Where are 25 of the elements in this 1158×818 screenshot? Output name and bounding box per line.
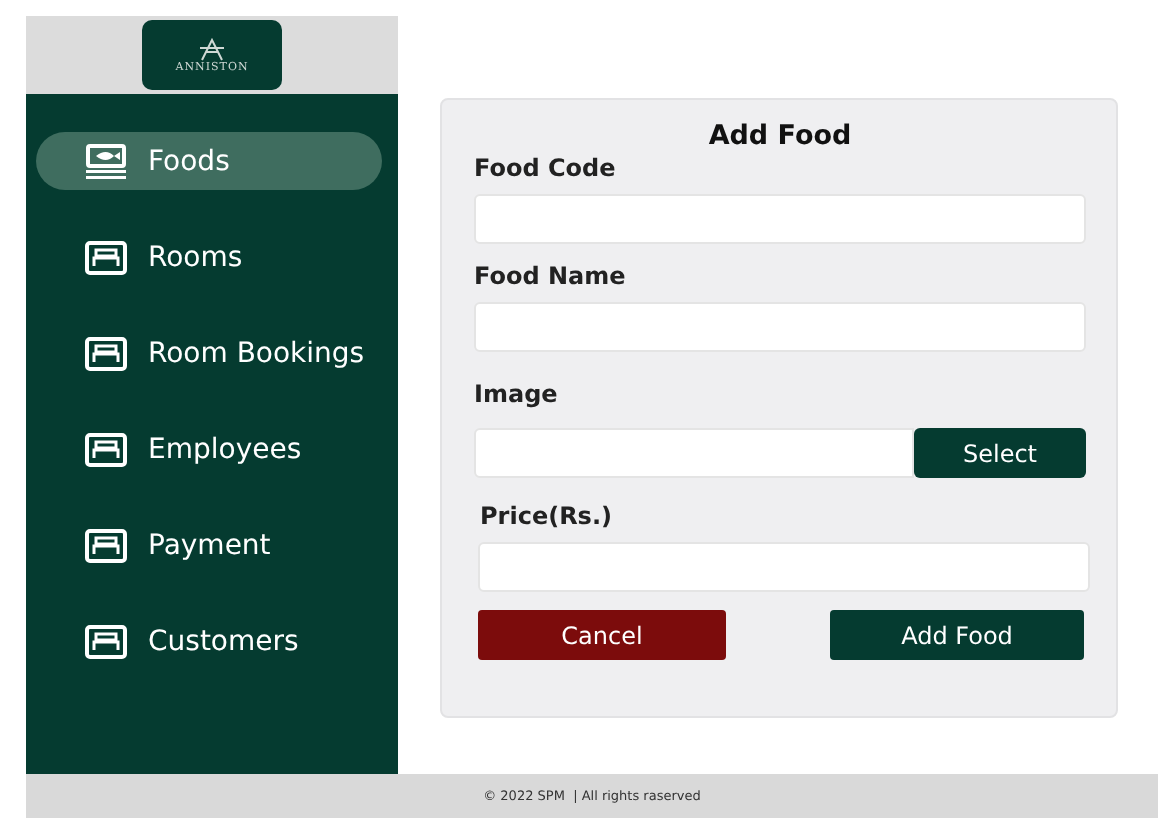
- input-field[interactable]: [478, 542, 1090, 592]
- image-field[interactable]: [474, 428, 914, 478]
- input-field[interactable]: [474, 302, 1086, 352]
- logo-mark-icon: [198, 37, 226, 61]
- form-title: Add Food: [706, 120, 854, 152]
- sidebar-item[interactable]: Room Bookings: [36, 324, 382, 382]
- field-label: Food Code: [474, 154, 618, 182]
- bed-icon: [84, 431, 128, 467]
- food-icon: [84, 143, 128, 179]
- add-food-button[interactable]: Add Food: [830, 610, 1084, 660]
- select-button[interactable]: Select: [914, 428, 1086, 478]
- input-field[interactable]: [474, 194, 1086, 244]
- cancel-button[interactable]: Cancel: [478, 610, 726, 660]
- sidebar-item[interactable]: Foods: [36, 132, 382, 190]
- bed-icon: [84, 335, 128, 371]
- bed-icon: [84, 623, 128, 659]
- field-label: Image: [474, 380, 560, 408]
- sidebar-item[interactable]: Employees: [36, 420, 382, 478]
- field-label: Food Name: [474, 262, 628, 290]
- bed-icon: [84, 239, 128, 275]
- sidebar-item[interactable]: Customers: [36, 612, 382, 670]
- field-label: Price(Rs.): [478, 502, 614, 530]
- sidebar-item[interactable]: Payment: [36, 516, 382, 574]
- bed-icon: [84, 527, 128, 563]
- sidebar-item[interactable]: Rooms: [36, 228, 382, 286]
